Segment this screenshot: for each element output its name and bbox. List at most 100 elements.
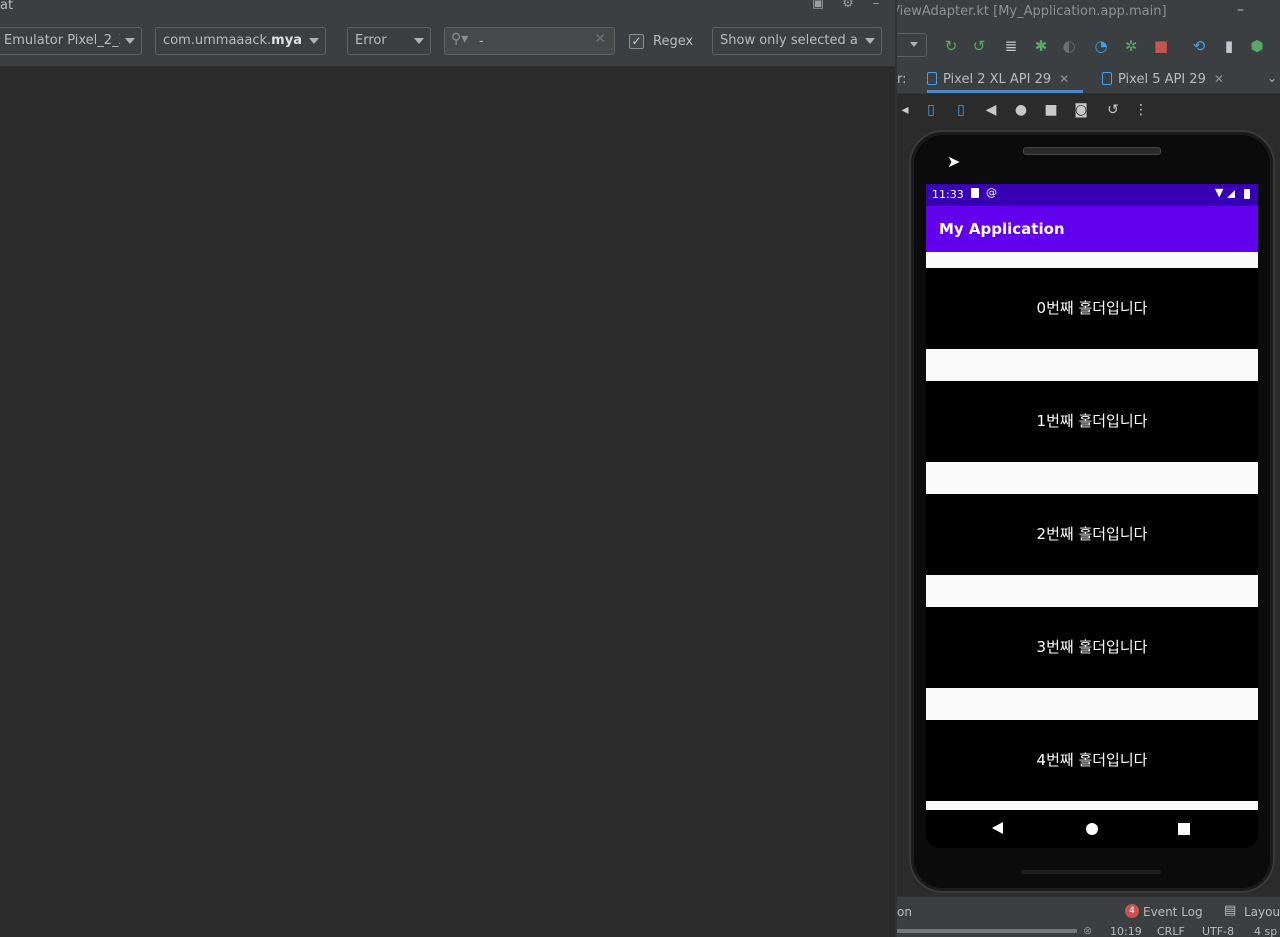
log-output-area[interactable] [0,67,896,937]
device-select-value: Emulator Pixel_2_XL [4,33,120,48]
rotate-right-icon[interactable]: ▯ [951,101,971,119]
chevron-down-icon [910,42,918,47]
profiler-icon[interactable]: ◔ [1091,36,1111,56]
minimize-icon[interactable]: – [868,0,884,12]
filter-select-value: Show only selected application [720,33,858,48]
minimize-icon[interactable]: – [1237,2,1244,18]
recents-icon[interactable] [1178,823,1190,835]
profile-icon[interactable]: ◐ [1059,36,1079,56]
chevron-down-icon [414,38,424,44]
back-icon[interactable]: ◀ [981,101,1001,119]
close-icon[interactable]: ✕ [1059,72,1069,86]
package-select[interactable]: com.ummaaack.myap [155,27,326,55]
signal-icon [1227,190,1235,198]
gear-icon[interactable]: ⚙ [840,0,856,12]
list-item[interactable]: 1번째 홀더입니다 [926,381,1258,462]
apply-code-changes-icon[interactable]: ↺ [969,36,989,56]
ide-statusbar: on 4 Event Log ▤ Layout ⊗ 10:19 CRLF UTF… [897,896,1280,937]
device-select[interactable]: Emulator Pixel_2_XL [0,27,142,55]
logcat-title: at [0,0,14,13]
tab-label: Pixel 5 API 29 [1118,72,1206,87]
sync-gradle-icon[interactable]: ⟲ [1189,36,1209,56]
tabs-prefix-label: r: [897,72,907,87]
ide-panel: ViewAdapter.kt [My_Application.app.main]… [897,0,1280,937]
mouse-cursor-icon: ➤ [947,152,961,171]
chevron-down-icon [865,38,875,44]
filter-select[interactable]: Show only selected application [712,27,882,55]
cancel-icon[interactable]: ⊗ [1083,924,1092,937]
event-log-button[interactable]: Event Log [1143,905,1203,919]
logcat-panel: at ▣ ⚙ – Emulator Pixel_2_XL com.ummaaac… [0,0,896,937]
volume-icon[interactable]: ◂ [897,101,915,119]
chevron-down-icon [125,38,135,44]
log-level-select[interactable]: Error [347,27,431,55]
phone-icon [1102,72,1112,85]
back-icon[interactable] [992,822,1003,834]
android-status-bar: 11:33 @ ▼ [926,184,1258,206]
sd-card-icon [971,188,979,198]
debug-icon[interactable]: ✱ [1031,36,1051,56]
window-layout-icon[interactable]: ▣ [810,0,826,12]
list-item[interactable]: 2번째 홀더입니다 [926,494,1258,575]
cursor-position[interactable]: 10:19 [1110,925,1142,937]
log-level-value: Error [355,33,387,48]
search-input[interactable] [479,32,589,50]
line-separator[interactable]: CRLF [1157,925,1185,937]
overview-icon[interactable]: ■ [1041,101,1061,119]
attach-debugger-icon[interactable]: ≣ [1001,36,1021,56]
indent-setting[interactable]: 4 sp [1254,925,1277,937]
chevron-down-icon[interactable]: ⌄ [1267,71,1277,85]
phone-screen[interactable]: 11:33 @ ▼ My Application 0번째 홀더입니다 1번째 홀… [926,184,1258,848]
phone-icon [927,72,937,85]
ide-toolbar: ↻ ↺ ≣ ✱ ◐ ◔ ✲ ■ ⟲ ▮ ⬢ [897,27,1280,66]
battery-icon [1244,189,1250,199]
home-icon[interactable]: ● [1011,101,1031,119]
run-config-select[interactable] [897,33,927,57]
attach-process-icon[interactable]: ✲ [1121,36,1141,56]
list-item[interactable]: 4번째 홀더입니다 [926,720,1258,801]
list-item[interactable]: 0번째 홀더입니다 [926,268,1258,349]
logcat-search[interactable]: ⚲▾ ✕ [444,27,615,55]
home-icon[interactable] [1086,823,1098,835]
progress-bar [897,929,1077,933]
android-nav-bar [926,810,1258,848]
list-item[interactable]: 3번째 홀더입니다 [926,607,1258,688]
layout-inspector-button[interactable]: Layout [1244,905,1280,919]
app-title: My Application [939,220,1065,238]
progress-bar-fill [897,929,1077,933]
search-icon[interactable]: ⚲▾ [451,31,468,47]
clear-icon[interactable]: ✕ [594,31,606,47]
ide-window-title: ViewAdapter.kt [My_Application.app.main] [897,4,1167,19]
tab-pixel-5[interactable]: Pixel 5 API 29 ✕ [1102,65,1224,93]
package-bold-part: myap [271,33,303,48]
layout-inspector-icon: ▤ [1224,903,1237,918]
regex-checkbox[interactable]: ✓ [629,34,644,49]
camera-icon[interactable]: ◙ [1071,101,1091,119]
status-time: 11:33 [932,188,964,201]
wifi-icon: ▼ [1215,186,1224,199]
close-icon[interactable]: ✕ [1214,72,1224,86]
recycler-view[interactable]: 0번째 홀더입니다 1번째 홀더입니다 2번째 홀더입니다 3번째 홀더입니다 … [926,252,1258,810]
tab-pixel-2-xl[interactable]: Pixel 2 XL API 29 ✕ [927,65,1083,93]
phone-speaker [1023,147,1161,155]
more-icon[interactable]: ⋮ [1131,101,1151,119]
rotate-left-icon[interactable]: ▯ [921,101,941,119]
at-sign-icon: @ [986,186,997,199]
regex-label[interactable]: Regex [653,34,693,49]
tab-label: Pixel 2 XL API 29 [943,72,1052,87]
sdk-manager-icon[interactable]: ⬢ [1247,36,1267,56]
file-encoding[interactable]: UTF-8 [1202,925,1234,937]
package-select-value: com.ummaaack.myap [163,28,303,54]
package-prefix: com.ummaaack. [163,33,272,48]
logcat-titlebar: at ▣ ⚙ – [0,0,896,18]
snapshot-icon[interactable]: ↺ [1103,101,1123,119]
run-tab-label[interactable]: on [897,905,912,919]
ide-titlebar: ViewAdapter.kt [My_Application.app.main]… [897,0,1280,27]
apply-changes-icon[interactable]: ↻ [941,36,961,56]
device-manager-icon[interactable]: ▮ [1219,36,1239,56]
chevron-down-icon [309,38,319,44]
event-log-badge: 4 [1125,904,1139,918]
emulator-toolbar: ◂ ▯ ▯ ◀ ● ■ ◙ ↺ ⋮ [897,94,1280,126]
stop-icon[interactable]: ■ [1151,36,1171,56]
emulator-tabs: r: Pixel 2 XL API 29 ✕ Pixel 5 API 29 ✕ ⌄ [897,65,1280,94]
